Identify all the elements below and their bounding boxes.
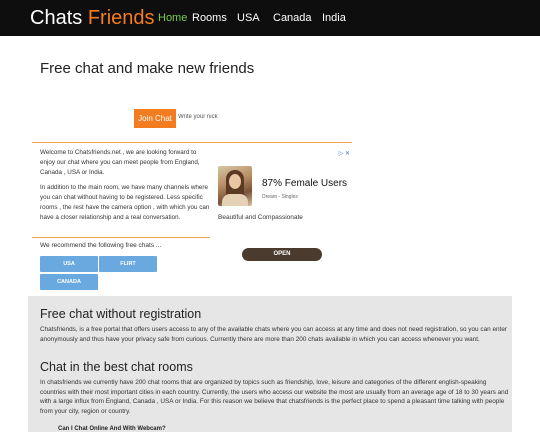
nav-rooms[interactable]: Rooms xyxy=(192,11,227,25)
section-heading-rooms: Chat in the best chat rooms xyxy=(40,360,193,374)
ad-image xyxy=(218,166,252,206)
nick-input[interactable] xyxy=(178,110,288,124)
logo-text-friends: Friends xyxy=(87,7,155,29)
section-paragraph-rooms: In chatsfriends we currently have 200 ch… xyxy=(40,379,509,415)
nav-canada[interactable]: Canada xyxy=(273,11,312,25)
advertisement[interactable]: ▷ ✕ 87% Female Users Dream - Singles Bea… xyxy=(210,148,352,270)
chip-flirt[interactable]: FLIRT xyxy=(99,256,157,272)
section-paragraph-registration: Chatsfriends, is a free portal that offe… xyxy=(40,326,508,343)
logo-text-chats: Chats xyxy=(30,7,83,29)
faq-webcam-link[interactable]: Can I Chat Online And With Webcam? xyxy=(58,426,166,432)
chip-usa[interactable]: USA xyxy=(40,256,98,272)
welcome-paragraph-1: Welcome to Chatsfriends.net , we are loo… xyxy=(40,149,200,176)
section-heading-registration: Free chat without registration xyxy=(40,307,202,321)
ad-subtitle: Dream - Singles xyxy=(262,194,298,200)
ad-description: Beautiful and Compassionate xyxy=(218,214,303,221)
info-section: Free chat without registration Chatsfrie… xyxy=(28,296,512,432)
join-chat-button[interactable]: Join Chat xyxy=(134,109,176,128)
ad-choices-icon[interactable]: ▷ ✕ xyxy=(339,150,350,157)
chip-canada[interactable]: CANADA xyxy=(40,274,98,290)
nav-india[interactable]: India xyxy=(322,11,346,25)
ad-open-button[interactable]: OPEN xyxy=(242,248,322,261)
nav-home[interactable]: Home xyxy=(158,11,187,25)
ad-title: 87% Female Users xyxy=(262,178,348,189)
recommend-text: We recommend the following free chats ..… xyxy=(40,242,162,249)
welcome-paragraph-2: In addition to the main room, we have ma… xyxy=(40,184,210,221)
page-title: Free chat and make new friends xyxy=(40,60,255,77)
top-navbar: Chats Friends Home Rooms USA Canada Indi… xyxy=(0,0,540,36)
nav-usa[interactable]: USA xyxy=(237,11,260,25)
site-logo[interactable]: Chats Friends xyxy=(30,6,155,30)
